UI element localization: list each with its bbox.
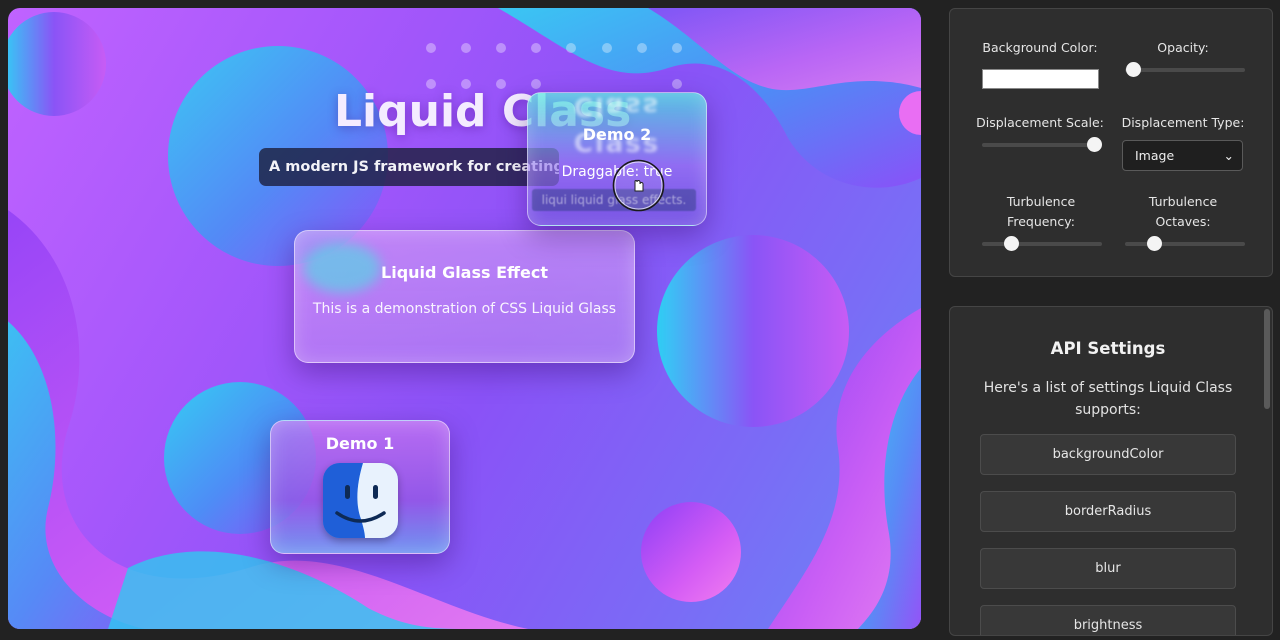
demo-1-card[interactable]: Demo 1 (270, 420, 450, 554)
api-setting-item[interactable]: backgroundColor (980, 434, 1236, 475)
api-settings-panel[interactable]: API Settings Here's a list of settings L… (949, 306, 1273, 636)
turbulence-frequency-slider[interactable] (982, 236, 1102, 251)
background-color-label: Background Color: (982, 40, 1098, 55)
turbulence-octaves-slider[interactable] (1125, 236, 1245, 251)
turbulence-frequency-slider-knob[interactable] (1003, 236, 1019, 251)
chevron-down-icon: ⌄ (1223, 148, 1234, 163)
finder-icon (323, 463, 398, 538)
turbulence-octaves-slider-knob[interactable] (1146, 236, 1162, 251)
api-settings-description: Here's a list of settings Liquid Class s… (983, 380, 1233, 418)
demo-2-title: Demo 2 (582, 125, 652, 144)
liquid-glass-effect-card: Liquid Glass Effect This is a demonstrat… (294, 230, 635, 363)
api-panel-scrollbar[interactable] (1264, 309, 1270, 409)
displacement-scale-slider-knob[interactable] (1087, 137, 1102, 152)
displacement-scale-label: Displacement Scale: (976, 115, 1104, 130)
effect-card-description: This is a demonstration of CSS Liquid Gl… (312, 301, 617, 317)
displacement-type-value: Image (1135, 148, 1175, 163)
demo-1-title: Demo 1 (325, 434, 395, 453)
displacement-type-label: Displacement Type: (1121, 115, 1245, 130)
api-setting-item[interactable]: blur (980, 548, 1236, 589)
api-setting-item[interactable]: borderRadius (980, 491, 1236, 532)
effect-card-title: Liquid Glass Effect (381, 263, 548, 282)
turbulence-frequency-label: Turbulence Frequency: (1006, 194, 1076, 229)
displacement-type-select[interactable]: Image ⌄ (1122, 140, 1243, 171)
background-color-picker[interactable] (982, 69, 1099, 89)
refracted-text-top: Class (573, 92, 661, 121)
drag-cursor-indicator (612, 159, 665, 212)
opacity-slider[interactable] (1125, 62, 1245, 77)
page-subtitle: A modern JS framework for creating l (259, 148, 559, 186)
turbulence-octaves-label: Turbulence Octaves: (1148, 194, 1218, 229)
opacity-label: Opacity: (1157, 40, 1209, 55)
opacity-slider-knob[interactable] (1126, 62, 1141, 77)
glass-controls-panel: Background Color: Opacity: Displacement … (949, 8, 1273, 277)
api-setting-item[interactable]: brightness (980, 605, 1236, 635)
api-settings-heading: API Settings (1050, 339, 1166, 358)
demo-canvas: Liquid Class A modern JS framework for c… (8, 8, 921, 629)
displacement-scale-slider[interactable] (982, 137, 1102, 152)
